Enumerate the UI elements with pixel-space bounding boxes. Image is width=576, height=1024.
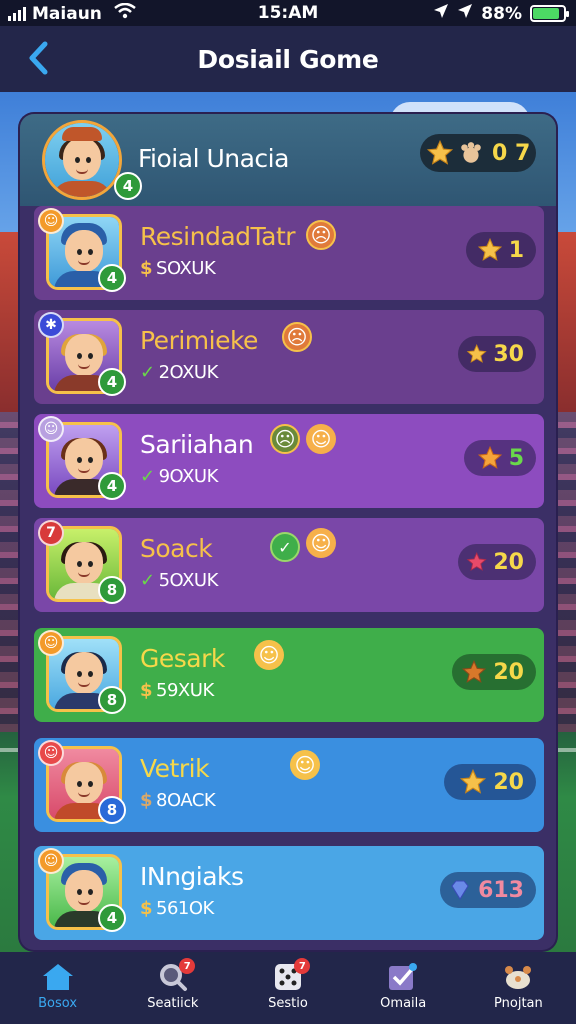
current-player-card[interactable]: 4 Fioial Unacia 0 7: [20, 114, 556, 206]
chevron-left-icon: [29, 41, 48, 75]
star-icon: [426, 139, 454, 165]
pet-icon: [505, 966, 532, 989]
star-icon: [477, 445, 502, 469]
row-name: Soack: [140, 534, 213, 563]
tab-pets[interactable]: Pnojtan: [461, 952, 576, 1024]
level-badge: 8: [98, 576, 126, 604]
tab-tasks[interactable]: Omaila: [346, 952, 461, 1024]
rank-badge-icon: ☺: [38, 208, 64, 234]
bottom-nav: Bosox 7 Seatiick 7 Sestio Omaila Pnojtan: [0, 952, 576, 1024]
list-item[interactable]: ☺ 4 ResindadTatr ☹ $ SOXUK 1: [34, 206, 544, 300]
notification-badge: 7: [179, 958, 196, 974]
star-icon: [460, 768, 487, 794]
tab-home[interactable]: Bosox: [0, 952, 115, 1024]
check-badge-icon: ✓: [270, 532, 300, 562]
score-pill: 20: [452, 654, 536, 690]
row-name: INngiaks: [140, 862, 244, 891]
gem-icon: [451, 880, 469, 900]
list-item[interactable]: ☺ 8 Vetrik ☺ $8OACK 20: [34, 738, 544, 832]
score-pill: 1: [466, 232, 536, 268]
battery-icon: [530, 5, 569, 22]
list-item[interactable]: ✱ 4 Perimieke ☹ ✓ 2OXUK 30: [34, 310, 544, 404]
star-icon: [466, 551, 487, 571]
rank-badge-icon: ✱: [38, 312, 64, 338]
face-emoji-icon: ☹: [306, 220, 336, 250]
level-badge: 4: [114, 172, 142, 200]
row-sub: $ SOXUK: [140, 258, 216, 279]
status-bar: Maiaun 15:AM 88%: [0, 0, 576, 26]
smile-emoji-icon: ☺: [290, 750, 320, 780]
list-item[interactable]: ☺ 8 Gesark ☺ $59XUK 20: [34, 628, 544, 722]
player-name: Fioial Unacia: [138, 144, 289, 173]
notification-badge: 7: [294, 958, 311, 974]
star-icon: [466, 343, 487, 363]
app-header: Dosiail Gome: [0, 26, 576, 92]
score-pill: 30: [458, 336, 536, 372]
list-item[interactable]: ☺ 4 Sariiahan ☹ ☺ ✓ 9OXUK 5: [34, 414, 544, 508]
star-icon: [477, 237, 502, 261]
avatar: [42, 120, 122, 200]
star-icon: [462, 659, 487, 683]
home-icon: [42, 964, 73, 990]
level-badge: 4: [98, 472, 126, 500]
level-badge: 8: [98, 796, 126, 824]
list-item[interactable]: 7 8 Soack ✓ ☺ ✓ 5OXUK 20: [34, 518, 544, 612]
level-badge: 8: [98, 686, 126, 714]
level-badge: 4: [98, 904, 126, 932]
list-item[interactable]: ☺ 4 INngiaks $561OK 613: [34, 846, 544, 940]
row-name: Vetrik: [140, 754, 210, 783]
tab-search[interactable]: 7 Seatiick: [115, 952, 230, 1024]
smile-emoji-icon: ☺: [254, 640, 284, 670]
check-box-icon: [389, 963, 418, 990]
battery-percent: 88%: [481, 3, 522, 24]
row-sub: $59XUK: [140, 680, 214, 701]
face-emoji-icon: ☹: [282, 322, 312, 352]
smile-emoji-icon: ☺: [306, 424, 336, 454]
score-pill: 20: [444, 764, 536, 800]
row-name: ResindadTatr: [140, 222, 296, 251]
back-button[interactable]: [18, 38, 58, 78]
row-sub: ✓ 5OXUK: [140, 570, 218, 591]
player-score: 0 7: [420, 134, 536, 172]
smile-emoji-icon: ☺: [306, 528, 336, 558]
row-sub: $561OK: [140, 898, 214, 919]
row-sub: ✓ 2OXUK: [140, 362, 218, 383]
pet-icon: [461, 142, 481, 163]
location-icon: [457, 3, 473, 24]
score-pill: 613: [440, 872, 536, 908]
row-name: Sariiahan: [140, 430, 254, 459]
level-badge: 4: [98, 368, 126, 396]
rank-badge-icon: ☺: [38, 740, 64, 766]
location-icon: [433, 3, 449, 24]
level-badge: 4: [98, 264, 126, 292]
rank-badge-icon: ☺: [38, 416, 64, 442]
score-pill: 5: [464, 440, 536, 476]
score-pill: 20: [458, 544, 536, 580]
tab-dice[interactable]: 7 Sestio: [230, 952, 345, 1024]
face-emoji-icon: ☹: [270, 424, 300, 454]
row-sub: $8OACK: [140, 790, 216, 811]
rank-badge-icon: 7: [38, 520, 64, 546]
row-name: Gesark: [140, 644, 225, 673]
rank-badge-icon: ☺: [38, 630, 64, 656]
row-name: Perimieke: [140, 326, 258, 355]
row-sub: ✓ 9OXUK: [140, 466, 218, 487]
page-title: Dosiail Gome: [197, 44, 379, 74]
rank-badge-icon: ☺: [38, 848, 64, 874]
